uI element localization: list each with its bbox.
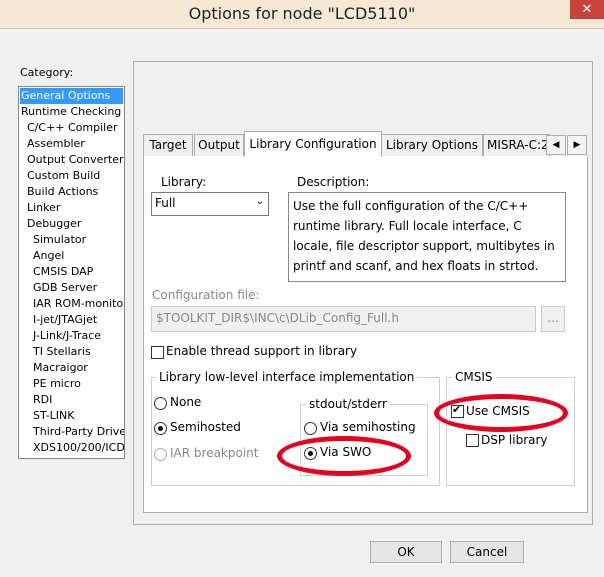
config-file-label: Configuration file: <box>152 288 260 302</box>
library-label: Library: <box>161 175 207 189</box>
category-item-debugger[interactable]: Debugger <box>27 216 81 232</box>
ok-button[interactable]: OK <box>370 541 442 563</box>
category-item-simulator[interactable]: Simulator <box>33 232 86 248</box>
description-label: Description: <box>297 175 370 189</box>
category-item-rdi[interactable]: RDI <box>33 392 52 408</box>
category-item-runtime-checking[interactable]: Runtime Checking <box>21 104 121 120</box>
cancel-button[interactable]: Cancel <box>450 541 524 563</box>
category-label: Category: <box>20 66 74 79</box>
window-title: Options for node "LCD5110" <box>188 4 416 23</box>
tab-target[interactable]: Target <box>143 134 193 156</box>
tab-library-options[interactable]: Library Options <box>381 134 483 156</box>
category-item-pe-micro[interactable]: PE micro <box>33 376 81 392</box>
tab-misra-c[interactable]: MISRA-C:2 <box>483 134 550 156</box>
tab-scroll-left-icon[interactable]: ◀ <box>546 135 566 155</box>
category-item-cmsis-dap[interactable]: CMSIS DAP <box>33 264 93 280</box>
lowlevel-group-title: Library low-level interface implementati… <box>156 370 418 384</box>
stdout-group-title: stdout/stderr <box>306 397 390 411</box>
radio-semihosted[interactable] <box>154 422 167 435</box>
radio-via-semihosting[interactable] <box>304 422 317 435</box>
category-item-linker[interactable]: Linker <box>27 200 60 216</box>
close-button[interactable]: ✕ <box>570 0 604 19</box>
description-text: Use the full configuration of the C/C++ … <box>293 199 555 273</box>
category-item-jlink-jtrace[interactable]: J-Link/J-Trace <box>33 328 101 344</box>
category-item-build-actions[interactable]: Build Actions <box>27 184 98 200</box>
category-list[interactable]: General Options Runtime Checking C/C++ C… <box>18 86 125 459</box>
highlight-oval-via-swo <box>277 436 411 476</box>
description-box: Use the full configuration of the C/C++ … <box>288 192 566 282</box>
chevron-down-icon: ⌄ <box>255 196 264 207</box>
tab-library-configuration[interactable]: Library Configuration <box>244 131 382 157</box>
category-item-ijet-jtagjet[interactable]: I-jet/JTAGjet <box>33 312 97 328</box>
category-item-iar-rom-monitor[interactable]: IAR ROM-monitor <box>33 296 124 312</box>
category-item-general-options[interactable]: General Options <box>20 88 123 104</box>
config-file-value: $TOOLKIT_DIR$\INC\c\DLib_Config_Full.h <box>156 311 399 325</box>
category-item-custom-build[interactable]: Custom Build <box>27 168 100 184</box>
category-item-macraigor[interactable]: Macraigor <box>33 360 88 376</box>
category-item-gdb-server[interactable]: GDB Server <box>33 280 97 296</box>
category-item-angel[interactable]: Angel <box>33 248 64 264</box>
category-item-third-party-driver[interactable]: Third-Party Driver <box>33 424 124 440</box>
tab-scroll-right-icon[interactable]: ▶ <box>567 135 587 155</box>
radio-none[interactable] <box>154 397 167 410</box>
category-item-assembler[interactable]: Assembler <box>27 136 85 152</box>
category-item-cpp-compiler[interactable]: C/C++ Compiler <box>27 120 118 136</box>
category-item-output-converter[interactable]: Output Converter <box>27 152 124 168</box>
category-item-xds100[interactable]: XDS100/200/ICDI <box>33 440 124 456</box>
tab-output[interactable]: Output <box>194 134 244 156</box>
category-item-ti-stellaris[interactable]: TI Stellaris <box>33 344 91 360</box>
cmsis-group-title: CMSIS <box>452 370 496 384</box>
dsp-library-checkbox[interactable] <box>466 434 479 447</box>
radio-iar-breakpoint-label: IAR breakpoint <box>170 446 259 460</box>
thread-support-label: Enable thread support in library <box>166 344 358 358</box>
library-select[interactable]: Full ⌄ <box>151 192 269 216</box>
category-item-st-link[interactable]: ST-LINK <box>33 408 74 424</box>
radio-iar-breakpoint <box>154 448 167 461</box>
thread-support-checkbox[interactable] <box>151 346 164 359</box>
library-select-value: Full <box>155 196 176 210</box>
config-file-browse-button: ... <box>541 306 565 332</box>
highlight-oval-use-cmsis <box>434 394 568 432</box>
radio-via-semihosting-label: Via semihosting <box>320 420 416 434</box>
dsp-library-label: DSP library <box>481 433 548 447</box>
radio-none-label: None <box>170 395 202 409</box>
radio-semihosted-label: Semihosted <box>170 420 241 434</box>
config-file-input: $TOOLKIT_DIR$\INC\c\DLib_Config_Full.h <box>151 306 536 332</box>
